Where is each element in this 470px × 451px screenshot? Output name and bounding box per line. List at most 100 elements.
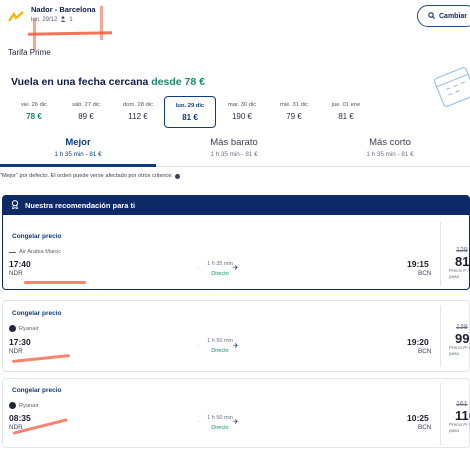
redaction-mark bbox=[24, 281, 86, 284]
redaction-mark bbox=[33, 18, 36, 50]
date-option-price: 81 € bbox=[338, 112, 354, 121]
sort-note: "Mejor" por defecto. El orden puede vers… bbox=[0, 173, 180, 179]
divider bbox=[156, 166, 470, 167]
airplane-icon: ✈ bbox=[233, 265, 239, 272]
recommended-flight-card[interactable] bbox=[2, 215, 470, 290]
arrival-time: 10:25 bbox=[407, 413, 429, 423]
price: 116 bbox=[455, 408, 470, 423]
sort-note-text: "Mejor" por defecto. El orden puede vers… bbox=[0, 173, 172, 179]
route-line: · bbox=[197, 264, 200, 271]
date-option-price: 89 € bbox=[78, 112, 94, 121]
arrival-airport: BCN bbox=[418, 424, 432, 431]
tab-shortest-label: Más corto bbox=[369, 137, 411, 148]
person-icon bbox=[60, 16, 66, 24]
app-logo-icon[interactable] bbox=[8, 10, 24, 22]
passenger-count: 1 bbox=[69, 17, 73, 23]
date-option-price: 79 € bbox=[286, 112, 302, 121]
route-line: · bbox=[197, 418, 200, 425]
airplane-icon: ✈ bbox=[233, 419, 239, 426]
departure-time: 08:35 bbox=[9, 413, 31, 423]
tab-cheapest-label: Más barato bbox=[210, 137, 258, 148]
freeze-price-link[interactable]: Congelar precio bbox=[12, 310, 61, 317]
price-note: Precio P / por pasa bbox=[449, 268, 470, 279]
date-option-price: 81 € bbox=[182, 113, 198, 122]
recommendation-title: Nuestra recomendación para ti bbox=[25, 200, 136, 210]
divider bbox=[440, 383, 441, 445]
tab-shortest-sub: 1 h 35 min - 81 € bbox=[366, 151, 414, 158]
airline-name: Ryanair bbox=[19, 325, 39, 332]
date-option-day: dom. 28 dic bbox=[123, 102, 153, 108]
airplane-icon: ✈ bbox=[233, 343, 239, 350]
fare-label: Tarifa Prime bbox=[8, 48, 51, 57]
date-option-day: sáb. 27 dic bbox=[71, 102, 101, 108]
nearby-dates-list: vie. 26 dic 78 € sáb. 27 dic 89 € dom. 28 di… bbox=[8, 96, 470, 128]
tab-cheapest-sub: 1 h 35 min - 81 € bbox=[210, 151, 258, 158]
date-option-price: 112 € bbox=[128, 112, 148, 121]
change-label: Cambiar bbox=[439, 12, 468, 20]
tab-shortest[interactable]: Más corto 1 h 35 min - 81 € bbox=[312, 133, 468, 167]
old-price: 161 bbox=[456, 401, 468, 408]
tab-best-label: Mejor bbox=[65, 137, 91, 148]
date-option[interactable]: sáb. 27 dic 89 € bbox=[60, 96, 112, 128]
airline-logo-icon bbox=[9, 325, 16, 332]
tab-best-sub: 1 h 35 min - 81 € bbox=[54, 151, 102, 158]
redaction-mark bbox=[100, 6, 103, 40]
nearby-title-text: Vuela en una fecha cercana bbox=[11, 76, 149, 88]
airline: Ryanair bbox=[9, 325, 39, 332]
ribbon-icon bbox=[11, 199, 19, 211]
date-option[interactable]: mié. 31 dic 79 € bbox=[268, 96, 320, 128]
nearby-from-price: desde 78 € bbox=[151, 76, 205, 88]
date-option[interactable]: dom. 28 dic 112 € bbox=[112, 96, 164, 128]
departure-time: 17:30 bbox=[9, 337, 31, 347]
divider bbox=[440, 305, 441, 367]
airline: Ryanair bbox=[9, 402, 39, 409]
recommendation-header: Nuestra recomendación para ti bbox=[2, 195, 470, 215]
departure-airport: NDR bbox=[9, 348, 23, 355]
info-icon[interactable] bbox=[174, 173, 180, 179]
search-summary[interactable]: Nador - Barcelona lun. 29/12 1 bbox=[31, 5, 96, 24]
change-search-button[interactable]: Cambiar bbox=[417, 5, 470, 27]
arrival-time: 19:15 bbox=[407, 259, 429, 269]
tab-cheapest[interactable]: Más barato 1 h 35 min - 81 € bbox=[156, 133, 312, 167]
airline-logo-icon bbox=[9, 251, 16, 253]
flight-card[interactable] bbox=[2, 300, 470, 372]
date-option-day: mar. 30 dic bbox=[227, 102, 257, 108]
price: 99 bbox=[455, 331, 470, 346]
nearby-dates-title: Vuela en una fecha cercana desde 78 € bbox=[11, 76, 205, 88]
old-price: 139 bbox=[456, 324, 468, 331]
date-option-day: mié. 31 dic bbox=[279, 102, 309, 108]
route-line: · bbox=[197, 342, 200, 349]
price-note: Precio Pr / por pasa bbox=[449, 345, 470, 356]
arrival-airport: BCN bbox=[418, 270, 432, 277]
departure-airport: NDR bbox=[9, 270, 23, 277]
departure-time: 17:40 bbox=[9, 259, 31, 269]
airline-name: Air Arabia Maroc bbox=[19, 249, 62, 255]
freeze-price-link[interactable]: Congelar precio bbox=[12, 233, 61, 240]
route-details: lun. 29/12 1 bbox=[31, 16, 96, 24]
price-note: Precio Pr / por pasa bbox=[449, 422, 470, 433]
search-icon bbox=[428, 11, 435, 21]
arrival-airport: BCN bbox=[418, 348, 432, 355]
arrival-time: 19:20 bbox=[407, 337, 429, 347]
flight-card[interactable] bbox=[2, 378, 470, 448]
date-option-price: 190 € bbox=[231, 112, 253, 121]
date-option-day: vie. 26 dic bbox=[20, 102, 48, 108]
route-title: Nador - Barcelona bbox=[31, 5, 96, 14]
divider bbox=[440, 222, 441, 286]
date-option-price: 78 € bbox=[26, 112, 42, 121]
airline: Air Arabia Maroc bbox=[9, 249, 61, 255]
old-price: 129 bbox=[456, 247, 468, 254]
airline-name: Ryanair bbox=[19, 402, 39, 409]
date-option-day: lun. 29 dic bbox=[175, 103, 205, 109]
date-option[interactable]: mar. 30 dic 190 € bbox=[216, 96, 268, 128]
date-option[interactable]: jue. 01 ene 81 € bbox=[320, 96, 372, 128]
date-option-day: jue. 01 ene bbox=[331, 102, 361, 108]
freeze-price-link[interactable]: Congelar precio bbox=[12, 387, 61, 394]
active-tab-indicator bbox=[0, 164, 156, 167]
sort-tabs: Mejor 1 h 35 min - 81 € Más barato 1 h 3… bbox=[0, 133, 470, 167]
date-option[interactable]: lun. 29 dic 81 € bbox=[164, 96, 216, 128]
tab-best[interactable]: Mejor 1 h 35 min - 81 € bbox=[0, 133, 156, 167]
price: 81 bbox=[455, 254, 470, 269]
airline-logo-icon bbox=[9, 402, 16, 409]
date-option[interactable]: vie. 26 dic 78 € bbox=[8, 96, 60, 128]
